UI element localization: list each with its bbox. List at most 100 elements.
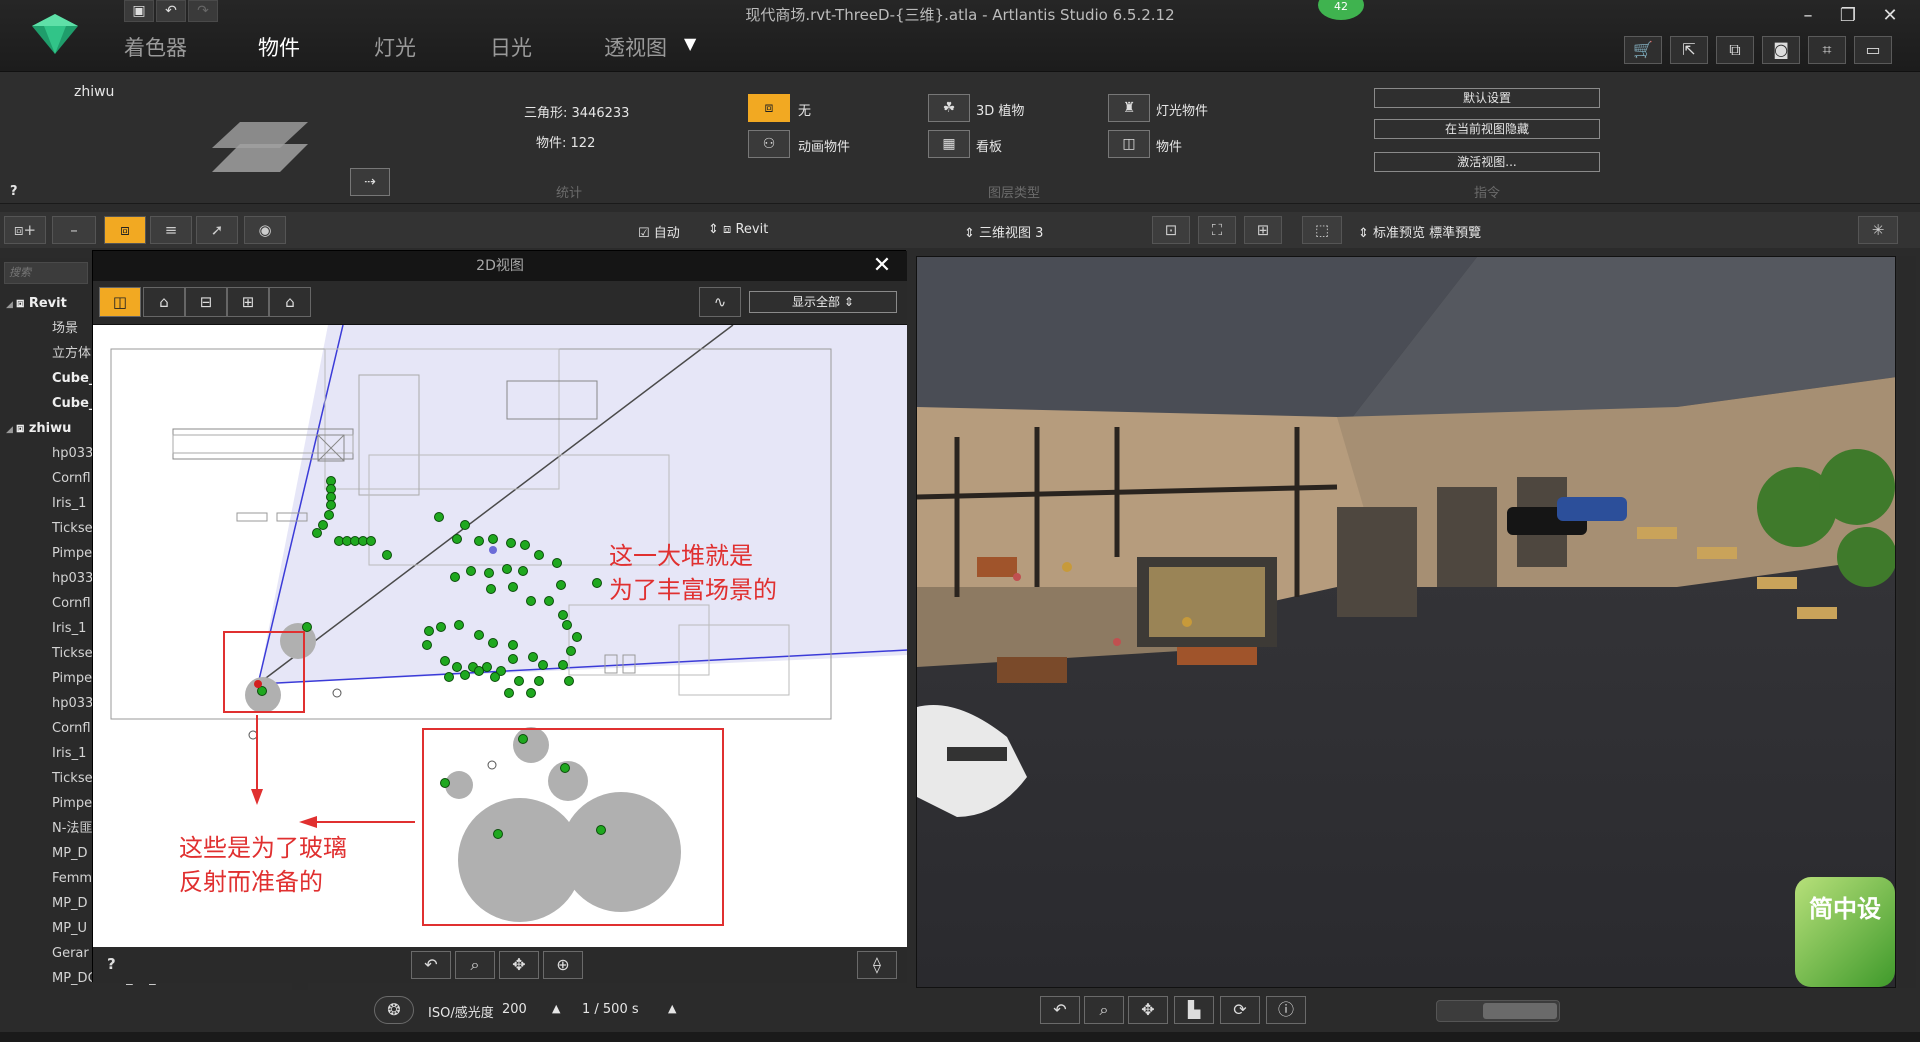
layer-type-object[interactable]: 物件 <box>1156 136 1182 155</box>
plant-marker[interactable] <box>452 534 462 544</box>
plant-icon[interactable]: ☘ <box>928 94 970 122</box>
plant-marker[interactable] <box>560 763 570 773</box>
layer-type-3d-plant[interactable]: 3D 植物 <box>976 100 1024 119</box>
plan-canvas[interactable]: 这一大堆就是 为了丰富场景的 这些是为了玻璃 反射而准备的 <box>93 325 907 947</box>
console-icon[interactable]: ▭ <box>1854 36 1892 64</box>
render-scrollbar[interactable] <box>1898 256 1916 988</box>
plant-marker[interactable] <box>528 652 538 662</box>
plant-marker[interactable] <box>562 620 572 630</box>
walk-icon[interactable]: ▙ <box>1174 996 1214 1024</box>
tab-objects[interactable]: 物件 <box>258 32 300 62</box>
export-icon[interactable]: ⇱ <box>1670 36 1708 64</box>
render-region-icon[interactable]: ⬚ <box>1302 216 1342 244</box>
add-layer-icon[interactable]: ⧈+ <box>4 216 46 244</box>
plant-marker[interactable] <box>460 520 470 530</box>
plant-marker[interactable] <box>558 660 568 670</box>
plant-marker[interactable] <box>556 580 566 590</box>
plant-marker[interactable] <box>484 568 494 578</box>
plant-marker[interactable] <box>302 622 312 632</box>
plant-marker[interactable] <box>518 566 528 576</box>
plant-marker[interactable] <box>544 596 554 606</box>
tab-lights[interactable]: 灯光 <box>374 32 416 62</box>
plant-marker[interactable] <box>474 630 484 640</box>
redo-icon[interactable]: ↷ <box>188 0 218 22</box>
plant-marker[interactable] <box>436 622 446 632</box>
plant-marker[interactable] <box>534 550 544 560</box>
billboard-icon[interactable]: ▦ <box>928 130 970 158</box>
close-window-button[interactable]: ✕ <box>1872 2 1908 30</box>
plant-marker[interactable] <box>450 572 460 582</box>
layer-type-none[interactable]: 无 <box>798 100 811 119</box>
plant-marker[interactable] <box>504 688 514 698</box>
layer-type-animated[interactable]: 动画物件 <box>798 136 850 155</box>
plant-marker[interactable] <box>493 829 503 839</box>
undo-camera-icon[interactable]: ↶ <box>1040 996 1080 1024</box>
back-view-icon[interactable]: ⌂ <box>269 287 311 317</box>
view-selector[interactable]: ⇕ 三维视图 3 <box>964 222 1043 241</box>
expand-icon[interactable]: ⊞ <box>1244 216 1282 244</box>
iso-stepper-icon[interactable]: ▲ <box>552 1002 560 1015</box>
undo-view-icon[interactable]: ↶ <box>411 951 451 979</box>
plant-marker[interactable] <box>366 536 376 546</box>
zoom-fit-icon[interactable]: ⊕ <box>543 951 583 979</box>
plant-marker[interactable] <box>474 666 484 676</box>
zoom-slider[interactable] <box>1436 1000 1560 1022</box>
minimize-button[interactable]: – <box>1790 2 1826 30</box>
undo-icon[interactable]: ↶ <box>156 0 186 22</box>
preview-selector[interactable]: ⇕ 标准预览 標準預覽 <box>1358 222 1481 241</box>
default-settings-button[interactable]: 默认设置 <box>1374 88 1600 108</box>
paint-roller-icon[interactable]: ⇢ <box>350 168 390 196</box>
curve-icon[interactable]: ∿ <box>699 287 741 317</box>
layers-icon[interactable]: ⧈ <box>104 216 146 244</box>
windows-icon[interactable]: ⧉ <box>1716 36 1754 64</box>
plant-marker[interactable] <box>488 534 498 544</box>
plant-marker[interactable] <box>326 500 336 510</box>
crop-icon[interactable]: ⌗ <box>1808 36 1846 64</box>
plant-marker[interactable] <box>488 638 498 648</box>
plant-marker[interactable] <box>520 540 530 550</box>
help-icon-2d[interactable]: ? <box>107 955 116 973</box>
expand-arrow-icon[interactable]: ◢ <box>6 425 16 435</box>
plant-marker[interactable] <box>502 564 512 574</box>
display-all-select[interactable]: 显示全部 ⇕ <box>749 291 897 313</box>
eye-icon[interactable]: ◉ <box>244 216 286 244</box>
plant-marker[interactable] <box>518 734 528 744</box>
zoom-icon[interactable]: ⌕ <box>455 951 495 979</box>
plant-marker[interactable] <box>508 654 518 664</box>
notification-badge[interactable]: 42 <box>1318 0 1364 20</box>
light-object-icon[interactable]: ♜ <box>1108 94 1150 122</box>
plant-marker[interactable] <box>566 646 576 656</box>
list-icon[interactable]: ≡ <box>150 216 192 244</box>
shutter-value[interactable]: 1 / 500 s <box>582 1002 639 1017</box>
plant-marker[interactable] <box>526 596 536 606</box>
plant-marker[interactable] <box>454 620 464 630</box>
cart-icon[interactable]: 🛒 <box>1624 36 1662 64</box>
zoom-slider-thumb[interactable] <box>1483 1003 1557 1019</box>
close-icon[interactable]: ✕ <box>869 253 895 279</box>
layer-type-light-object[interactable]: 灯光物件 <box>1156 100 1208 119</box>
fullscreen-icon[interactable]: ⛶ <box>1198 216 1236 244</box>
plant-marker[interactable] <box>382 550 392 560</box>
plant-marker[interactable] <box>506 538 516 548</box>
plant-marker[interactable] <box>466 566 476 576</box>
render-preview[interactable]: 简中设 <box>916 256 1896 988</box>
plant-marker[interactable] <box>444 672 454 682</box>
plant-marker[interactable] <box>564 676 574 686</box>
plant-marker[interactable] <box>592 578 602 588</box>
front-view-icon[interactable]: ⌂ <box>143 287 185 317</box>
plant-marker[interactable] <box>460 670 470 680</box>
hide-in-view-button[interactable]: 在当前视图隐藏 <box>1374 119 1600 139</box>
iso-value[interactable]: 200 <box>502 1002 527 1017</box>
navigate-icon[interactable]: ⟠ <box>857 951 897 979</box>
plant-marker[interactable] <box>572 632 582 642</box>
select-arrow-icon[interactable]: ➚ <box>196 216 238 244</box>
activate-view-dropdown[interactable]: 激活视图... <box>1374 152 1600 172</box>
tab-heliodon[interactable]: 日光 <box>490 32 532 62</box>
plant-marker[interactable] <box>514 676 524 686</box>
expand-arrow-icon[interactable]: ◢ <box>6 300 16 310</box>
plant-marker[interactable] <box>526 688 536 698</box>
help-icon[interactable]: ? <box>10 184 18 199</box>
plant-marker[interactable] <box>318 520 328 530</box>
plant-marker[interactable] <box>324 510 334 520</box>
right-view-icon[interactable]: ⊟ <box>185 287 227 317</box>
